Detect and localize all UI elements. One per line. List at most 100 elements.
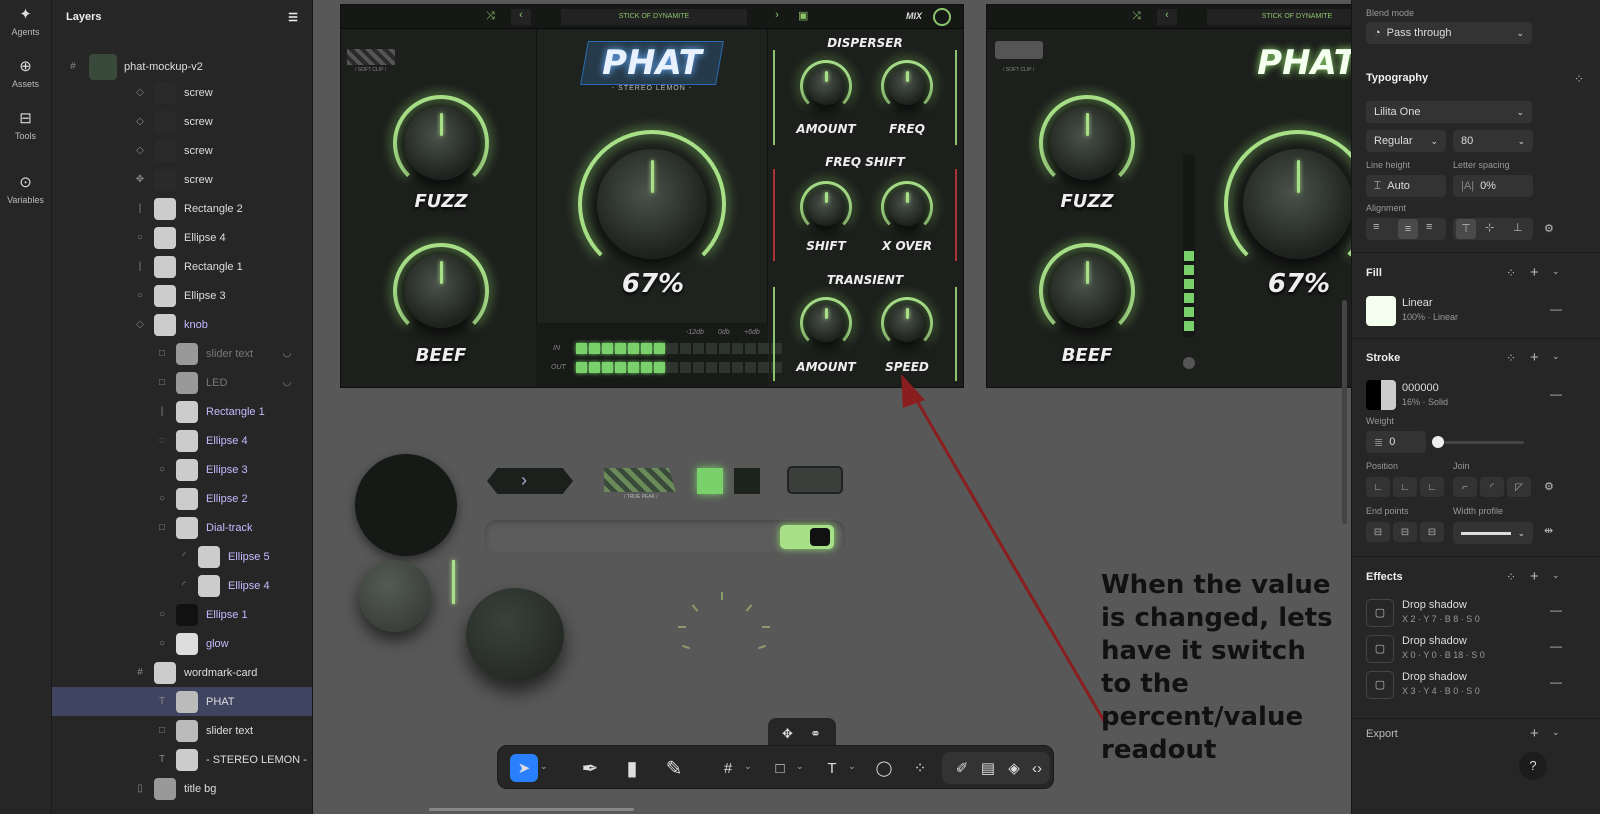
styles-icon[interactable]: ⁘ — [1574, 72, 1584, 86]
align-left-icon[interactable]: ≡ — [1373, 221, 1379, 233]
layer-row[interactable]: □ slider text — [52, 716, 312, 745]
disperser-amount-knob[interactable] — [807, 67, 845, 105]
weight-slider[interactable] — [1432, 441, 1524, 444]
text-tool[interactable]: T — [818, 754, 846, 782]
next-arrow-component[interactable] — [487, 468, 573, 494]
layer-row[interactable]: | Rectangle 1 — [52, 397, 312, 426]
prev-preset-button[interactable]: ‹ — [511, 9, 531, 25]
letter-spacing-input[interactable]: |A| 0% — [1453, 175, 1533, 197]
effect-row[interactable]: ▢ Drop shadow X 0 · Y 0 · B 18 · S 0 — — [1366, 633, 1591, 665]
effect-visibility-icon[interactable]: ▢ — [1366, 671, 1394, 699]
layer-row[interactable]: ○ Ellipse 3 — [52, 281, 312, 310]
layer-row[interactable]: ○ glow — [52, 629, 312, 658]
weight-slider-thumb[interactable] — [1432, 436, 1444, 448]
add-stroke-icon[interactable]: + — [1530, 349, 1539, 366]
rail-assets[interactable]: ⊕ Assets — [0, 58, 51, 102]
shuffle-icon[interactable]: ⤨ — [1132, 10, 1141, 23]
layer-row[interactable]: | Rectangle 2 — [52, 194, 312, 223]
rail-tools[interactable]: ⊟ Tools — [0, 110, 51, 154]
layer-row[interactable]: ○ Ellipse 1 — [52, 600, 312, 629]
chevron-down-icon[interactable]: ⌄ — [1552, 570, 1560, 581]
end-square-icon[interactable]: ⊟ — [1420, 522, 1444, 542]
pencil-tool[interactable]: ✎ — [660, 748, 688, 788]
font-weight-select[interactable]: Regular ⌄ — [1366, 130, 1446, 152]
layer-root[interactable]: # phat-mockup-v2 — [52, 52, 312, 81]
disperser-freq-knob[interactable] — [888, 67, 926, 105]
end-round-icon[interactable]: ⊟ — [1393, 522, 1417, 542]
end-none-icon[interactable]: ⊟ — [1366, 522, 1390, 542]
main-knob[interactable] — [1243, 149, 1353, 259]
xover-knob[interactable] — [888, 188, 926, 226]
flip-profile-icon[interactable]: ⇹ — [1544, 524, 1553, 537]
speed-knob[interactable] — [888, 304, 926, 342]
align-bottom-icon[interactable]: ⊥ — [1513, 221, 1523, 234]
layer-row[interactable]: # wordmark-card — [52, 658, 312, 687]
horizontal-scrollbar[interactable] — [429, 808, 634, 811]
pen-tool[interactable]: ✒ — [576, 748, 604, 788]
join-round-icon[interactable]: ◜ — [1480, 477, 1504, 497]
layer-row[interactable]: ◜ Ellipse 5 — [52, 542, 312, 571]
soft-clip-toggle[interactable] — [347, 49, 395, 65]
layer-row[interactable]: ○ Ellipse 2 — [52, 484, 312, 513]
hidden-eye-icon[interactable]: ◡ — [280, 377, 294, 388]
ellipse-3[interactable] — [466, 588, 564, 682]
component-icon[interactable]: ✥ — [782, 726, 793, 742]
effects-styles-icon[interactable]: ⁘ — [1506, 570, 1516, 584]
rail-agents[interactable]: ✦ Agents — [0, 6, 51, 50]
effect-row[interactable]: ▢ Drop shadow X 2 · Y 7 · B 8 · S 0 — — [1366, 597, 1591, 629]
layer-row[interactable]: ○ Ellipse 3 — [52, 455, 312, 484]
layer-row[interactable]: ◇ screw — [52, 107, 312, 136]
text-settings-icon[interactable]: ⚙ — [1544, 222, 1554, 235]
effect-visibility-icon[interactable]: ▢ — [1366, 599, 1394, 627]
add-effect-icon[interactable]: + — [1530, 568, 1539, 585]
layer-row[interactable]: ✥ screw — [52, 165, 312, 194]
ellipse-1[interactable] — [355, 454, 457, 556]
beef-knob[interactable] — [404, 254, 478, 328]
fill-styles-icon[interactable]: ⁘ — [1506, 266, 1516, 280]
fill-type[interactable]: Linear — [1402, 297, 1433, 309]
shape-tool[interactable]: □ — [766, 754, 794, 782]
layer-row[interactable]: □ LED ◡ — [52, 368, 312, 397]
link-icon[interactable]: ⚭ — [810, 726, 821, 742]
plugin-frame[interactable]: ⤨ ‹ STICK OF DYNAMITE › ▣ MIX / SOFT CLI… — [340, 4, 964, 388]
layer-row[interactable]: □ slider text ◡ — [52, 339, 312, 368]
chevron-down-icon[interactable]: ⌄ — [1552, 351, 1560, 362]
remove-stroke-icon[interactable]: — — [1550, 387, 1562, 401]
plugin-frame-variant[interactable]: ⤨ ‹ STICK OF DYNAMITE / SOFT CLIP / FUZZ… — [986, 4, 1379, 388]
layer-row[interactable]: | Rectangle 1 — [52, 252, 312, 281]
layer-row[interactable]: ◜ Ellipse 4 — [52, 571, 312, 600]
canvas-scrollbar[interactable] — [1342, 300, 1347, 524]
stroke-settings-icon[interactable]: ⚙ — [1544, 480, 1554, 493]
effect-visibility-icon[interactable]: ▢ — [1366, 635, 1394, 663]
layer-row[interactable]: ◇ screw — [52, 136, 312, 165]
save-icon[interactable]: ▣ — [798, 9, 808, 22]
rectangle-1[interactable] — [452, 560, 455, 604]
align-middle-icon[interactable]: ⊹ — [1485, 221, 1494, 234]
font-size-input[interactable]: 80 ⌄ — [1453, 130, 1533, 152]
fuzz-knob[interactable] — [1050, 106, 1124, 180]
remove-effect-icon[interactable]: — — [1550, 675, 1562, 689]
remove-effect-icon[interactable]: — — [1550, 639, 1562, 653]
line-height-input[interactable]: Ꮖ Auto — [1366, 175, 1446, 197]
actions-tool[interactable]: ⁘ — [906, 754, 934, 782]
align-center-icon[interactable]: ≡ — [1398, 219, 1418, 239]
true-peak-toggle[interactable] — [604, 468, 676, 492]
layer-row[interactable]: ▯ title bg — [52, 774, 312, 803]
layer-row[interactable]: ◇ knob — [52, 310, 312, 339]
collapse-layers-icon[interactable]: ☰ — [288, 11, 298, 24]
width-profile-select[interactable]: ⌄ — [1453, 522, 1533, 544]
preset-name[interactable]: STICK OF DYNAMITE — [561, 9, 747, 25]
align-top-icon[interactable]: ⊤ — [1456, 219, 1476, 239]
blend-mode-select[interactable]: ◔ Pass through ⌄ — [1366, 22, 1532, 44]
shuffle-icon[interactable]: ⤨ — [486, 10, 495, 23]
next-preset-button[interactable]: › — [769, 9, 785, 21]
shift-knob[interactable] — [807, 188, 845, 226]
marker-tool[interactable]: ▮ — [618, 748, 646, 788]
join-bevel-icon[interactable]: ◸ — [1507, 477, 1531, 497]
chevron-down-icon[interactable]: ⌄ — [744, 761, 752, 772]
led-off[interactable] — [734, 468, 760, 494]
prev-preset-button[interactable]: ‹ — [1157, 9, 1177, 25]
effect-row[interactable]: ▢ Drop shadow X 3 · Y 4 · B 0 · S 0 — — [1366, 669, 1591, 701]
add-export-icon[interactable]: + — [1530, 725, 1539, 742]
draw-mode[interactable]: ✐ — [948, 754, 976, 782]
